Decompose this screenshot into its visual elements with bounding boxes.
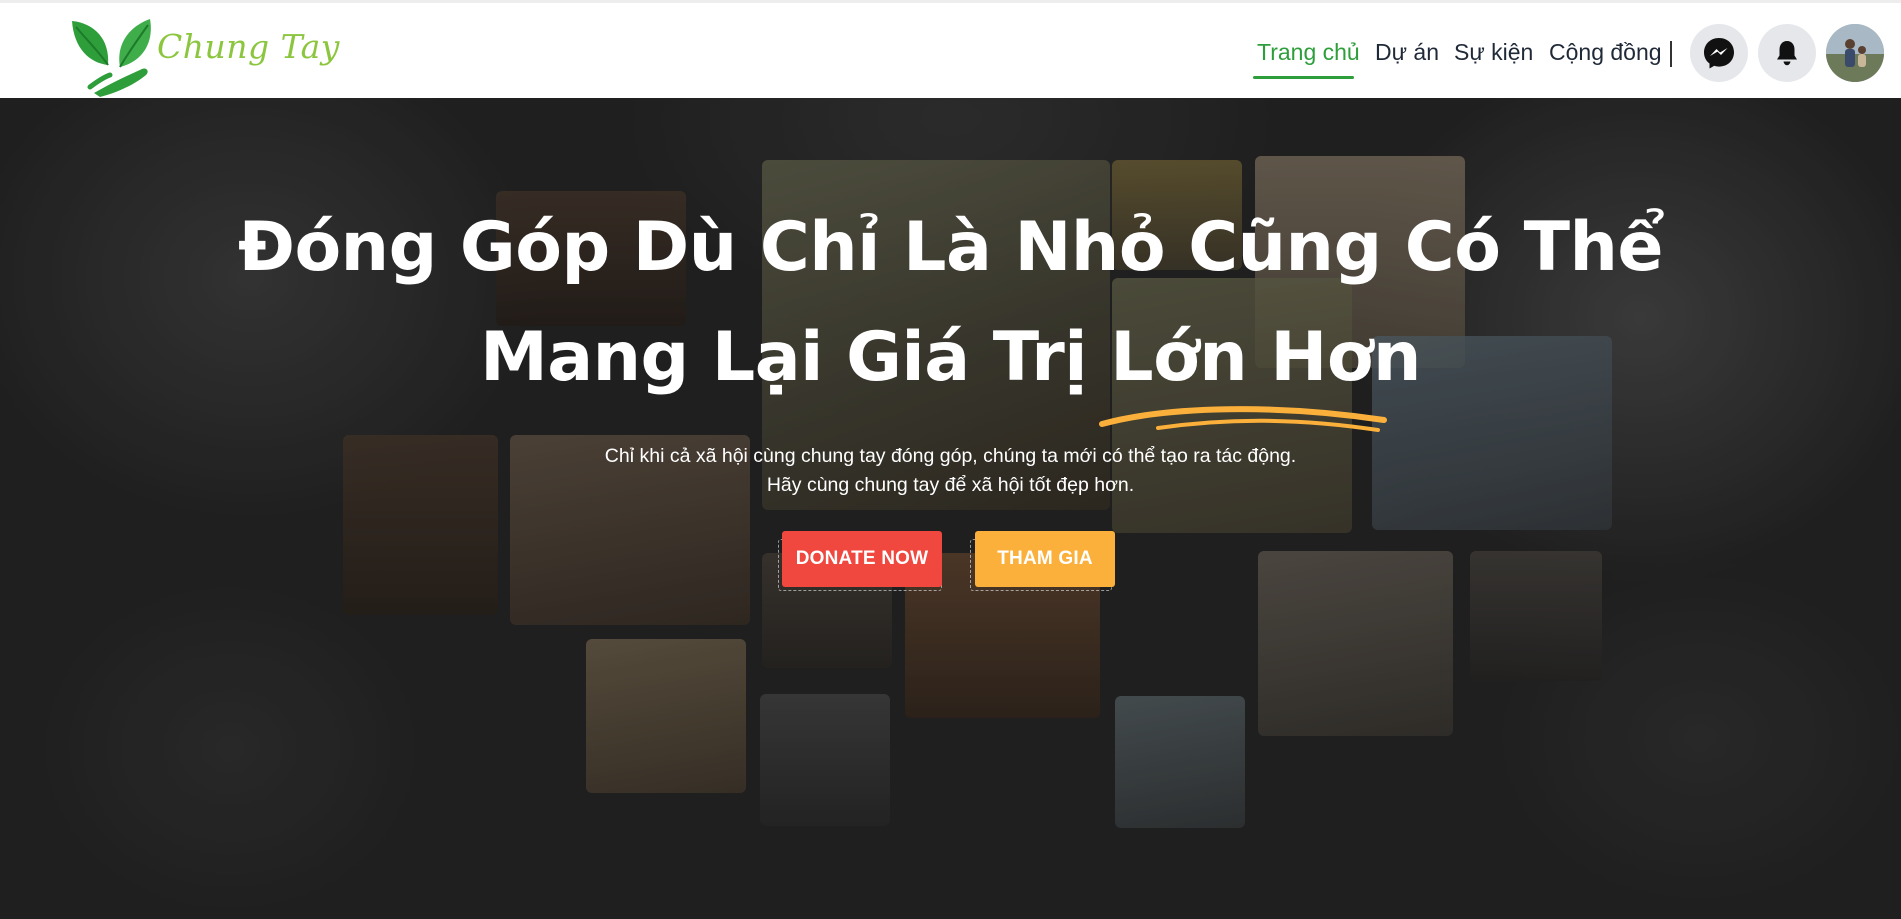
- hero-subtext-line2: Hãy cùng chung tay để xã hội tốt đẹp hơn…: [766, 474, 1135, 496]
- nav-active-underline: [1253, 76, 1354, 79]
- logo-text: Chung Tay: [157, 27, 340, 66]
- notification-button[interactable]: [1758, 24, 1816, 82]
- hero-section: Đóng Góp Dù Chỉ Là Nhỏ Cũng Có Thể Mang …: [0, 98, 1901, 919]
- bell-icon: [1777, 41, 1797, 66]
- donate-now-button[interactable]: DONATE NOW: [782, 531, 942, 587]
- logo-leaf-icon: [72, 19, 151, 97]
- user-avatar[interactable]: [1826, 24, 1884, 82]
- hero-subtext-line1: Chỉ khi cả xã hội cùng chung tay đóng gó…: [604, 445, 1297, 467]
- nav-divider: [1670, 41, 1672, 67]
- site-header: Chung Tay Trang chủ Dự án Sự kiện Cộng đ…: [0, 0, 1901, 98]
- tham-gia-button[interactable]: THAM GIA: [975, 531, 1115, 587]
- messenger-button[interactable]: [1690, 24, 1748, 82]
- headline-underline-decoration: [1099, 406, 1387, 432]
- nav-cong-dong[interactable]: Cộng đồng: [1549, 39, 1662, 66]
- nav-su-kien[interactable]: Sự kiện: [1454, 39, 1533, 66]
- hero-headline-line1: Đóng Góp Dù Chỉ Là Nhỏ Cũng Có Thể: [237, 208, 1664, 287]
- hero-headline-line2: Mang Lại Giá Trị Lớn Hơn: [480, 318, 1421, 397]
- avatar-photo: [1826, 24, 1884, 82]
- nav-trang-chu[interactable]: Trang chủ: [1257, 39, 1360, 66]
- nav-du-an[interactable]: Dự án: [1375, 39, 1439, 66]
- messenger-icon: [1704, 38, 1734, 69]
